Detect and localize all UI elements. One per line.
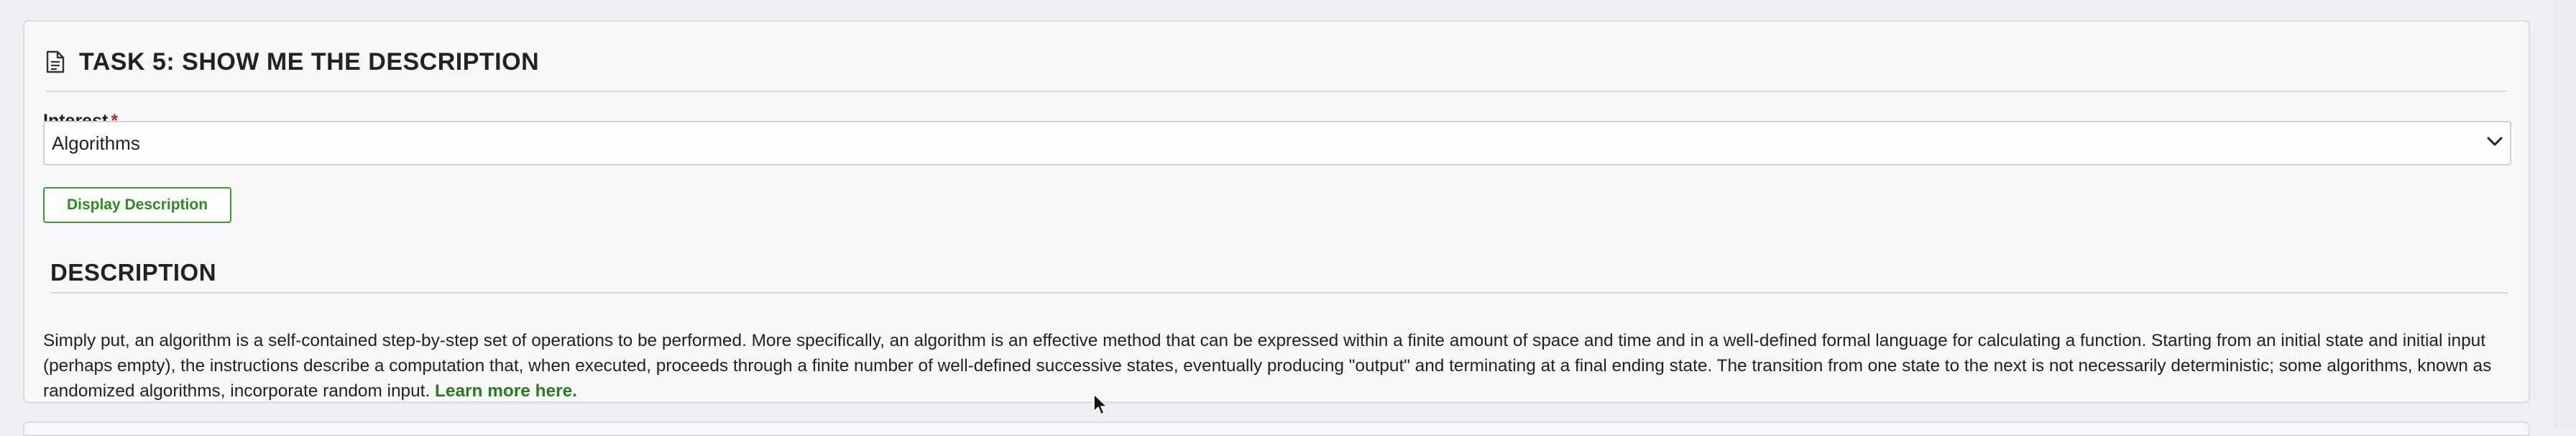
learn-more-link[interactable]: Learn more here. [435, 381, 577, 401]
interest-select-value: Algorithms [52, 132, 140, 154]
display-description-button[interactable]: Display Description [43, 187, 231, 223]
description-text-block: Simply put, an algorithm is a self-conta… [43, 328, 2504, 404]
interest-select[interactable]: Algorithms [43, 121, 2511, 165]
chevron-down-icon [2487, 137, 2503, 150]
task-card: TASK 5: SHOW ME THE DESCRIPTION Interest… [23, 20, 2530, 403]
document-icon [46, 50, 65, 73]
section-divider [50, 292, 2508, 294]
task-header: TASK 5: SHOW ME THE DESCRIPTION [46, 33, 2507, 92]
page-scrollbar[interactable] [2555, 0, 2576, 429]
description-heading: DESCRIPTION [50, 259, 217, 286]
next-card [23, 422, 2530, 436]
mouse-cursor-icon [1092, 393, 1108, 419]
page-title: TASK 5: SHOW ME THE DESCRIPTION [79, 47, 540, 76]
description-text: Simply put, an algorithm is a self-conta… [43, 331, 2492, 401]
